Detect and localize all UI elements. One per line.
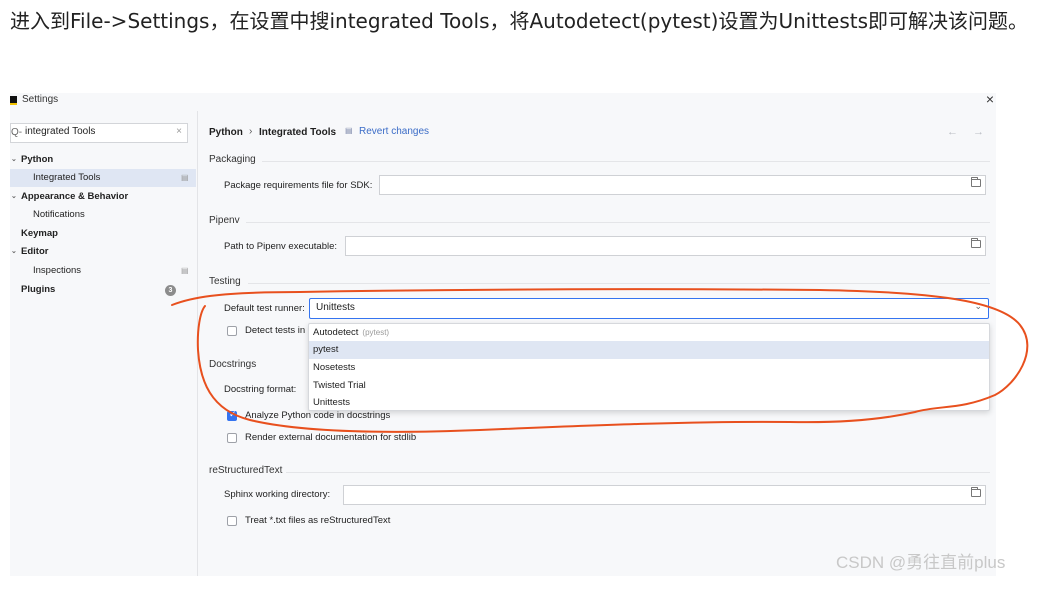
sidebar-item-label: Notifications (33, 209, 85, 220)
dropdown-option-nosetests[interactable]: Nosetests (309, 359, 989, 377)
revert-changes-link[interactable]: Revert changes (359, 126, 429, 137)
settings-search-box[interactable]: Q- × (10, 123, 188, 143)
sidebar-item-integrated-tools[interactable]: Integrated Tools ▤ (10, 169, 196, 187)
folder-icon[interactable] (971, 238, 981, 248)
dropdown-option-unittests[interactable]: Unittests (309, 394, 989, 412)
treat-txt-label: Treat *.txt files as reStructuredText (245, 515, 391, 526)
option-label: Twisted Trial (313, 380, 366, 391)
sidebar-item-notifications[interactable]: Notifications (10, 206, 196, 224)
pipenv-path-label: Path to Pipenv executable: (224, 241, 338, 252)
sidebar-item-label: Keymap (21, 228, 58, 239)
package-requirements-field[interactable] (379, 175, 986, 195)
sphinx-directory-label: Sphinx working directory: (224, 489, 331, 500)
section-testing: Testing (209, 276, 241, 287)
project-scope-icon: ▤ (181, 173, 189, 182)
window-title: Settings (22, 94, 59, 105)
detect-tests-label: Detect tests in (245, 325, 306, 336)
breadcrumb-python[interactable]: Python (209, 127, 243, 138)
section-divider (286, 472, 990, 473)
folder-icon[interactable] (971, 177, 981, 187)
sidebar-item-label: Editor (21, 246, 49, 257)
project-scope-icon: ▤ (345, 126, 353, 135)
dropdown-option-twisted-trial[interactable]: Twisted Trial (309, 377, 989, 395)
section-docstrings: Docstrings (209, 359, 257, 370)
sidebar-item-label: Inspections (33, 265, 82, 276)
docstring-format-label: Docstring format: (224, 384, 297, 395)
checkmark-icon: ✓ (229, 409, 237, 419)
sidebar-item-appearance-behavior[interactable]: ⌄ Appearance & Behavior (10, 188, 196, 206)
dropdown-option-autodetect[interactable]: Autodetect (pytest) (309, 324, 989, 342)
breadcrumb-separator: › (249, 126, 253, 137)
render-docs-checkbox[interactable] (227, 433, 237, 443)
section-packaging: Packaging (209, 154, 256, 165)
option-label: Autodetect (313, 327, 359, 338)
settings-search-input[interactable] (25, 126, 165, 137)
section-divider (248, 283, 990, 284)
section-divider (246, 222, 990, 223)
option-label: pytest (313, 344, 339, 355)
plugins-update-badge: 3 (165, 285, 176, 296)
sidebar-item-label: Python (21, 154, 54, 165)
analyze-docstrings-checkbox[interactable]: ✓ (227, 409, 237, 421)
detect-tests-checkbox[interactable] (227, 326, 237, 336)
settings-content: Python › Integrated Tools ▤ Revert chang… (198, 111, 996, 576)
sidebar-item-keymap[interactable]: Keymap (10, 225, 196, 243)
option-hint: (pytest) (362, 328, 390, 337)
sidebar-item-editor[interactable]: ⌄ Editor (10, 243, 196, 261)
settings-sidebar: Q- × ⌄ Python Integrated Tools ▤ ⌄ Appea… (10, 111, 198, 576)
section-restructuredtext: reStructuredText (209, 465, 283, 476)
sidebar-item-label: Plugins (21, 284, 56, 295)
default-test-runner-label: Default test runner: (224, 303, 305, 314)
folder-icon[interactable] (971, 487, 981, 497)
option-label: Unittests (313, 397, 350, 408)
default-test-runner-select[interactable]: Unittests ⌄ (309, 298, 989, 319)
search-icon: Q- (11, 127, 23, 138)
section-pipenv: Pipenv (209, 215, 240, 226)
option-label: Nosetests (313, 362, 356, 373)
page-title: Integrated Tools (259, 127, 337, 138)
render-docs-label: Render external documentation for stdlib (245, 432, 417, 443)
dropdown-option-pytest[interactable]: pytest (309, 341, 989, 359)
chevron-down-icon: ⌄ (974, 301, 982, 311)
clear-search-icon[interactable]: × (176, 126, 182, 137)
sidebar-item-python[interactable]: ⌄ Python (10, 151, 196, 169)
chevron-down-icon: ⌄ (11, 156, 17, 163)
sphinx-directory-field[interactable] (343, 485, 986, 505)
treat-txt-checkbox[interactable] (227, 516, 237, 526)
app-logo-icon (10, 96, 17, 105)
settings-window: Settings × Q- × ⌄ Python Integrated Tool… (10, 93, 996, 576)
selected-test-runner: Unittests (316, 302, 355, 313)
title-bar: Settings × (10, 93, 996, 111)
pipenv-path-field[interactable] (345, 236, 986, 256)
sidebar-item-inspections[interactable]: Inspections ▤ (10, 262, 196, 280)
close-icon[interactable]: × (986, 93, 994, 107)
section-divider (262, 161, 990, 162)
sidebar-item-label: Integrated Tools (33, 172, 101, 183)
sidebar-item-label: Appearance & Behavior (21, 191, 129, 202)
sidebar-item-plugins[interactable]: Plugins 3 (10, 281, 196, 299)
chevron-down-icon: ⌄ (11, 193, 17, 200)
package-requirements-label: Package requirements file for SDK: (224, 180, 373, 191)
csdn-watermark: CSDN @勇往直前plus (836, 553, 1006, 572)
back-forward-arrows[interactable]: ← → (947, 126, 990, 138)
article-paragraph: 进入到File->Settings，在设置中搜integrated Tools，… (10, 9, 1028, 33)
chevron-down-icon: ⌄ (11, 248, 17, 255)
project-scope-icon: ▤ (181, 266, 189, 275)
test-runner-dropdown: Autodetect (pytest) pytest Nosetests Twis… (308, 323, 990, 411)
